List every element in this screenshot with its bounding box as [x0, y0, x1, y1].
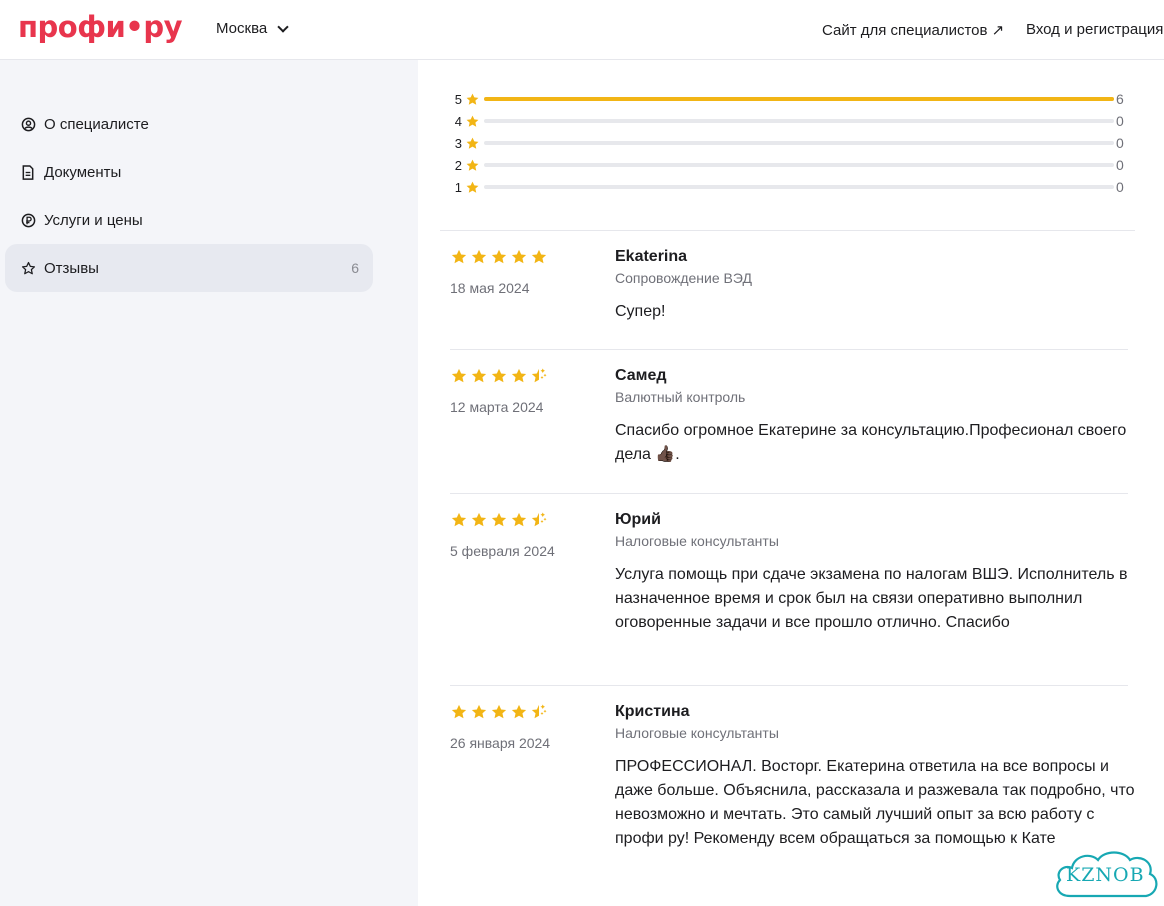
sidebar-item-label: О специалисте: [44, 115, 149, 133]
star-icon: [451, 512, 467, 527]
rating-stars: [450, 703, 548, 721]
review-category: Налоговые консультанты: [615, 533, 779, 549]
sidebar-item-label: Услуги и цены: [44, 211, 143, 229]
review-date: 18 мая 2024: [450, 280, 530, 296]
logo[interactable]: профи•ру: [18, 10, 183, 44]
star-outline-icon: [20, 260, 36, 276]
review-text: Спасибо огромное Екатерине за консультац…: [615, 422, 1127, 463]
rating-row: 30: [452, 135, 1132, 151]
star-icon: [471, 368, 487, 383]
rating-row-count: 6: [1116, 91, 1124, 107]
divider: [450, 349, 1128, 350]
star-icon: [531, 249, 547, 264]
divider: [440, 230, 1135, 231]
rating-row-label: 2: [454, 157, 462, 173]
review-date: 26 января 2024: [450, 735, 551, 751]
rating-stars: [450, 248, 548, 266]
rating-row-label: 1: [454, 179, 462, 195]
login-register-link[interactable]: Вход и регистрация: [1026, 21, 1163, 38]
reviewer-name: Самед: [615, 367, 667, 384]
sidebar-item-label: Документы: [44, 163, 122, 181]
sidebar-item-documents[interactable]: Документы: [5, 148, 373, 196]
reviews-count: 6: [351, 260, 359, 276]
rating-row-count: 0: [1116, 157, 1124, 173]
rating-stars: [450, 367, 548, 385]
review-category: Налоговые консультанты: [615, 725, 779, 741]
star-icon: [466, 93, 479, 105]
rating-bar-track: [484, 119, 1114, 123]
rating-bar-track: [484, 97, 1114, 101]
user-circle-icon: [20, 116, 36, 132]
rating-row-label: 3: [454, 135, 462, 151]
for-specialists-link[interactable]: Сайт для специалистов ↗: [822, 21, 1004, 39]
rating-row-count: 0: [1116, 179, 1124, 195]
star-icon: [451, 249, 467, 264]
review-date: 5 февраля 2024: [450, 543, 555, 559]
ruble-icon: [20, 212, 36, 228]
half-star-icon: [531, 368, 547, 383]
half-star-icon: [531, 512, 547, 527]
star-icon: [466, 137, 479, 149]
sidebar: О специалисте Документы Услуги и цены От…: [0, 60, 418, 906]
city-selector[interactable]: Москва: [216, 20, 289, 37]
rating-row-count: 0: [1116, 113, 1124, 129]
rating-stars: [450, 511, 548, 529]
review-category: Сопровождение ВЭД: [615, 270, 752, 286]
rating-bar-track: [484, 163, 1114, 167]
star-icon: [511, 704, 527, 719]
chevron-down-icon: [277, 20, 289, 33]
star-icon: [471, 704, 487, 719]
star-icon: [471, 249, 487, 264]
reviewer-name: Юрий: [615, 511, 661, 528]
star-icon: [466, 159, 479, 171]
sidebar-item-about[interactable]: О специалисте: [5, 100, 373, 148]
reviewer-name: Ekaterina: [615, 248, 688, 265]
star-icon: [466, 115, 479, 127]
document-icon: [20, 164, 36, 180]
star-icon: [491, 704, 507, 719]
review-text: ПРОФЕССИОНАЛ. Восторг. Екатерина ответил…: [615, 758, 1135, 847]
star-icon: [451, 704, 467, 719]
reviewer-name: Кристина: [615, 703, 690, 720]
rating-row-label: 4: [454, 113, 462, 129]
review-text: Супер!: [615, 303, 666, 320]
rating-row: 40: [452, 113, 1132, 129]
star-icon: [511, 512, 527, 527]
star-icon: [466, 181, 479, 193]
star-icon: [491, 249, 507, 264]
top-header: профи•ру Москва Сайт для специалистов ↗ …: [0, 0, 1164, 60]
rating-bar-track: [484, 185, 1114, 189]
rating-row: 56: [452, 91, 1132, 107]
rating-bar-track: [484, 141, 1114, 145]
rating-bar-fill: [484, 97, 1114, 101]
review-text: Услуга помощь при сдаче экзамена по нало…: [615, 566, 1128, 631]
star-icon: [491, 512, 507, 527]
rating-row: 10: [452, 179, 1132, 195]
rating-row-label: 5: [454, 91, 462, 107]
divider: [450, 685, 1128, 686]
sidebar-item-reviews[interactable]: Отзывы 6: [5, 244, 373, 292]
sidebar-item-label: Отзывы: [44, 259, 99, 277]
divider: [450, 493, 1128, 494]
star-icon: [451, 368, 467, 383]
star-icon: [491, 368, 507, 383]
review-date: 12 марта 2024: [450, 399, 544, 415]
rating-row-count: 0: [1116, 135, 1124, 151]
review-category: Валютный контроль: [615, 389, 746, 405]
half-star-icon: [531, 704, 547, 719]
star-icon: [511, 249, 527, 264]
star-icon: [511, 368, 527, 383]
city-label: Москва: [216, 20, 268, 37]
watermark-text: KZNOB: [1066, 864, 1145, 886]
sidebar-item-services[interactable]: Услуги и цены: [5, 196, 373, 244]
star-icon: [471, 512, 487, 527]
rating-row: 20: [452, 157, 1132, 173]
